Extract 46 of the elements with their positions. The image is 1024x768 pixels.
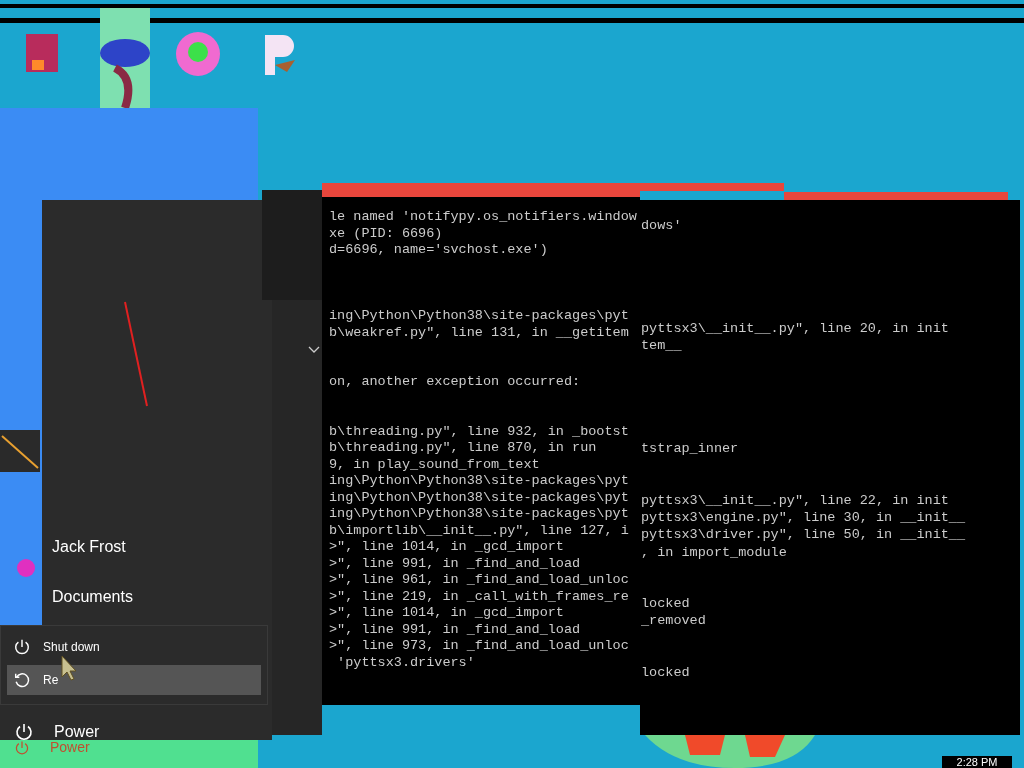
chevron-icon[interactable] (308, 346, 320, 354)
console-line: on, another exception occurred: (329, 374, 581, 391)
console-line: 'pyttsx3.drivers' (336, 654, 475, 671)
console-line: tem__ (641, 337, 682, 355)
console-line: le named 'notifypy.os_notifiers.window (329, 209, 637, 226)
power-icon (13, 638, 31, 656)
console-line: >", line 961, in _find_and_load_unloc (329, 572, 629, 589)
console-line: _removed (641, 612, 706, 630)
power-icon (14, 740, 30, 756)
power-option[interactable]: Shut down (7, 632, 261, 662)
ghost-label: Power (50, 740, 90, 754)
user-name[interactable]: Jack Frost (52, 535, 126, 585)
console-line: tstrap_inner (641, 440, 739, 458)
console-line: locked (641, 663, 690, 682)
power-option[interactable]: Re (7, 665, 261, 695)
thumbnail-icon (0, 430, 40, 472)
console-line: pyttsx3\engine.py", line 30, in __init__ (641, 509, 966, 527)
console-line: >", line 991, in _find_and_load (329, 621, 581, 638)
console-line: pyttsx3\__init__.py", line 20, in init (641, 320, 949, 338)
console-line: >", line 219, in _call_with_frames_re (329, 588, 629, 605)
console-line: >", line 1014, in _gcd_import (329, 539, 564, 556)
console-line: xe (PID: 6696) (329, 225, 443, 242)
console-line: dows' (641, 217, 682, 235)
cursor-icon (60, 655, 78, 681)
console-line: pyttsx3\driver.py", line 50, in __init__ (641, 526, 966, 544)
console-line: >", line 991, in _find_and_load (329, 555, 581, 572)
console-line: b\threading.py", line 932, in _bootst (329, 423, 629, 440)
console-line: b\threading.py", line 870, in run (329, 440, 597, 457)
console-line: locked (641, 595, 690, 613)
console-line: 9, in play_sound_from_text (329, 456, 540, 473)
console-line: >", line 973, in _find_and_load_unloc (329, 638, 629, 655)
console-line: >", line 1014, in _gcd_import (329, 605, 564, 622)
console-line: , in import_module (641, 543, 787, 561)
console-line: ing\Python\Python38\site-packages\pyt (329, 506, 629, 523)
flower-icon (16, 558, 36, 578)
console-line: pyttsx3\__init__.py", line 22, in init (641, 492, 949, 510)
power-icon (14, 722, 34, 742)
console-line: b\importlib\__init__.py", line 127, i (329, 522, 629, 539)
restart-icon (13, 671, 31, 689)
console-line: b\weakref.py", line 131, in __getitem (329, 324, 629, 341)
console-line: ing\Python\Python38\site-packages\pyt (329, 489, 629, 506)
console-line: ing\Python\Python38\site-packages\pyt (329, 308, 629, 325)
menu-item[interactable]: Documents (52, 585, 133, 609)
clock[interactable]: 2:28 PM (942, 756, 1012, 768)
console-line: d=6696, name='svchost.exe') (329, 242, 548, 259)
console-line: ing\Python\Python38\site-packages\pyt (329, 473, 629, 490)
